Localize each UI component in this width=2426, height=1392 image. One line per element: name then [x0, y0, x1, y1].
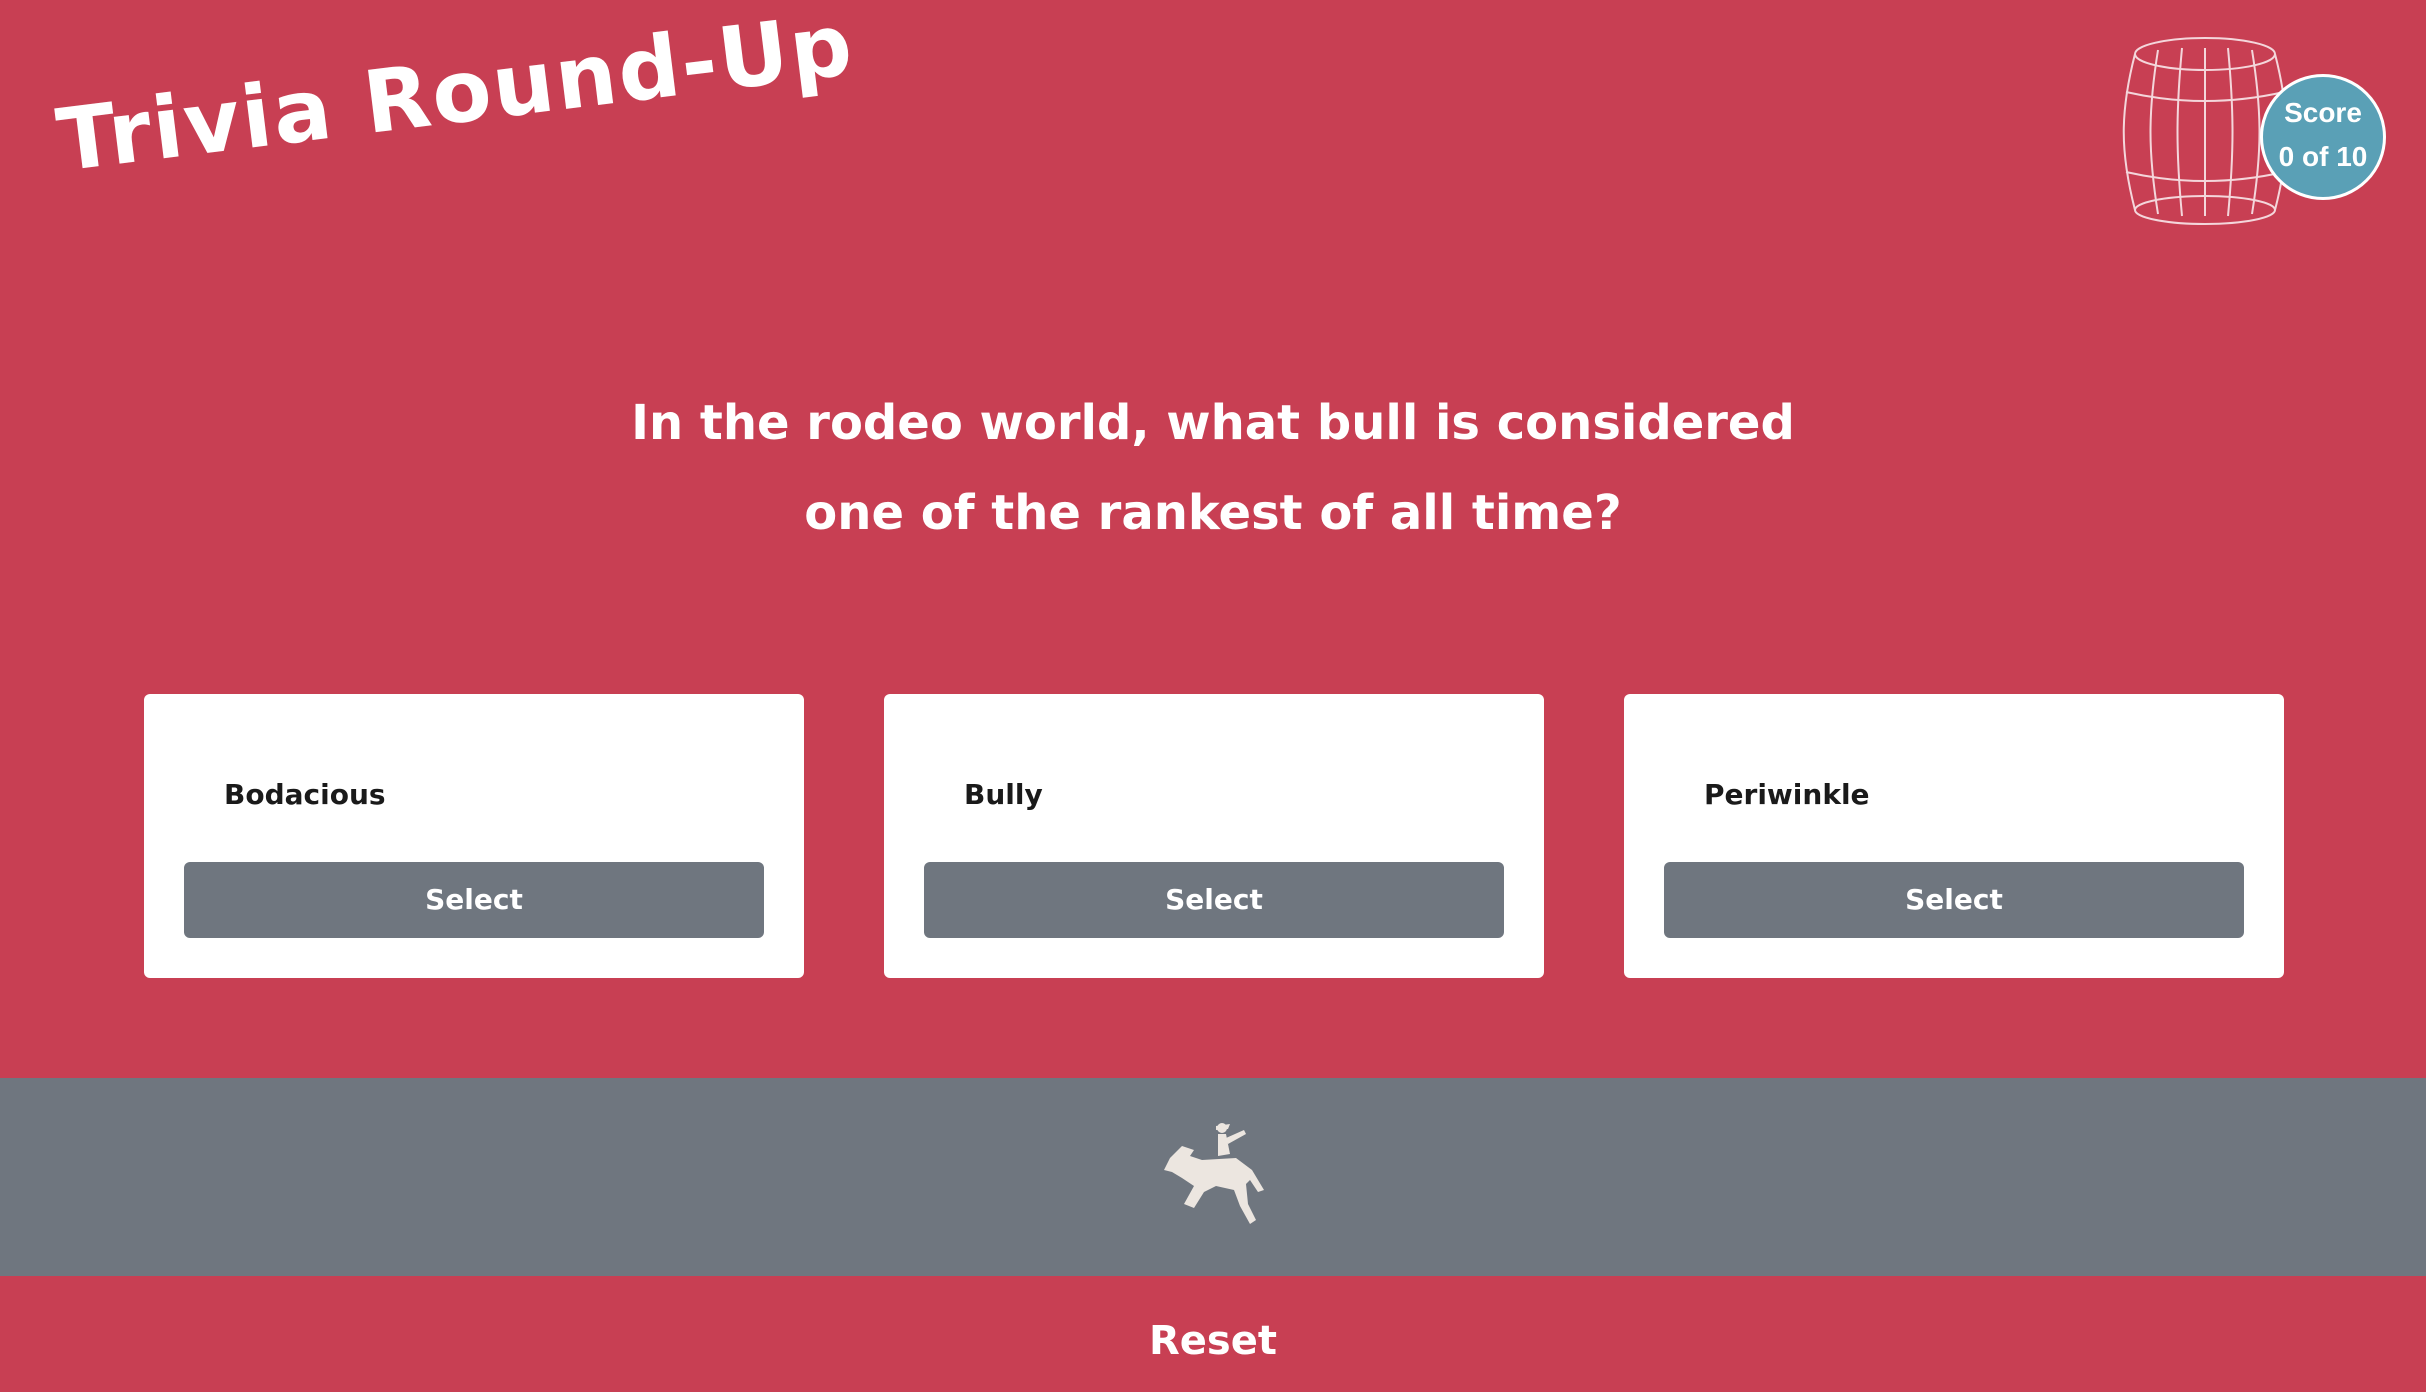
score-value: 0 of 10	[2278, 141, 2368, 172]
select-button[interactable]: Select	[184, 862, 764, 938]
bucking-horse-rider-icon	[1164, 1123, 1264, 1224]
select-button[interactable]: Select	[924, 862, 1504, 938]
score-label: Score	[2284, 97, 2362, 128]
question-line-1: In the rodeo world, what bull is conside…	[631, 395, 1795, 451]
answer-text: Periwinkle	[1704, 778, 1870, 811]
answer-card-3: Periwinkle Select	[1624, 694, 2284, 978]
select-button[interactable]: Select	[1664, 862, 2244, 938]
answer-text: Bodacious	[224, 778, 386, 811]
answer-card-1: Bodacious Select	[144, 694, 804, 978]
question-line-2: one of the rankest of all time?	[804, 485, 1622, 541]
score-badge: Score 0 of 10	[2260, 74, 2386, 200]
reset-button[interactable]: Reset	[0, 1318, 2426, 1364]
answer-text: Bully	[964, 778, 1043, 811]
answer-card-2: Bully Select	[884, 694, 1544, 978]
question-text: In the rodeo world, what bull is conside…	[0, 378, 2426, 558]
page-title: Trivia Round-Up	[51, 0, 860, 192]
